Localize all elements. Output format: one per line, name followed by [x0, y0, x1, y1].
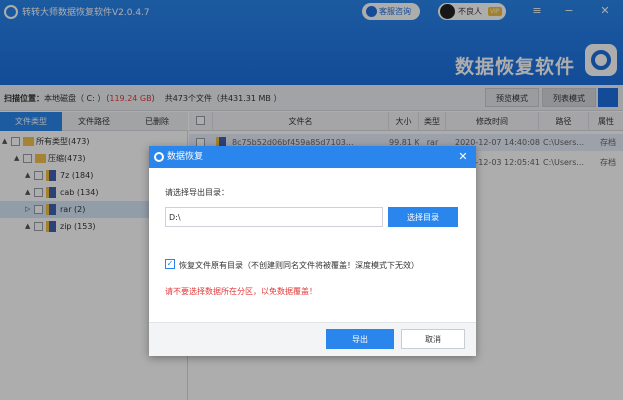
dialog-footer: 导出 取消 [149, 322, 476, 356]
warning-text: 请不要选择数据所在分区，以免数据覆盖！ [165, 287, 317, 296]
cancel-button[interactable]: 取消 [401, 329, 465, 349]
export-button[interactable]: 导出 [326, 329, 394, 349]
keep-dir-checkbox[interactable]: ✓ [165, 259, 175, 269]
browse-dir-button[interactable]: 选择目录 [388, 207, 458, 227]
export-dir-input[interactable] [165, 207, 383, 227]
keep-dir-label: 恢复文件原有目录（不创建则同名文件将被覆盖！深度模式下无效） [179, 261, 419, 270]
dialog-title: 数据恢复 [167, 152, 204, 162]
app-logo-icon [154, 152, 164, 162]
export-dir-label: 请选择导出目录： [165, 188, 229, 197]
dialog-close-button[interactable]: ✕ [454, 146, 472, 168]
dialog-title-bar: 数据恢复 ✕ [149, 146, 476, 168]
recovery-dialog: 数据恢复 ✕ 请选择导出目录： 选择目录 ✓ 恢复文件原有目录（不创建则同名文件… [149, 146, 476, 356]
